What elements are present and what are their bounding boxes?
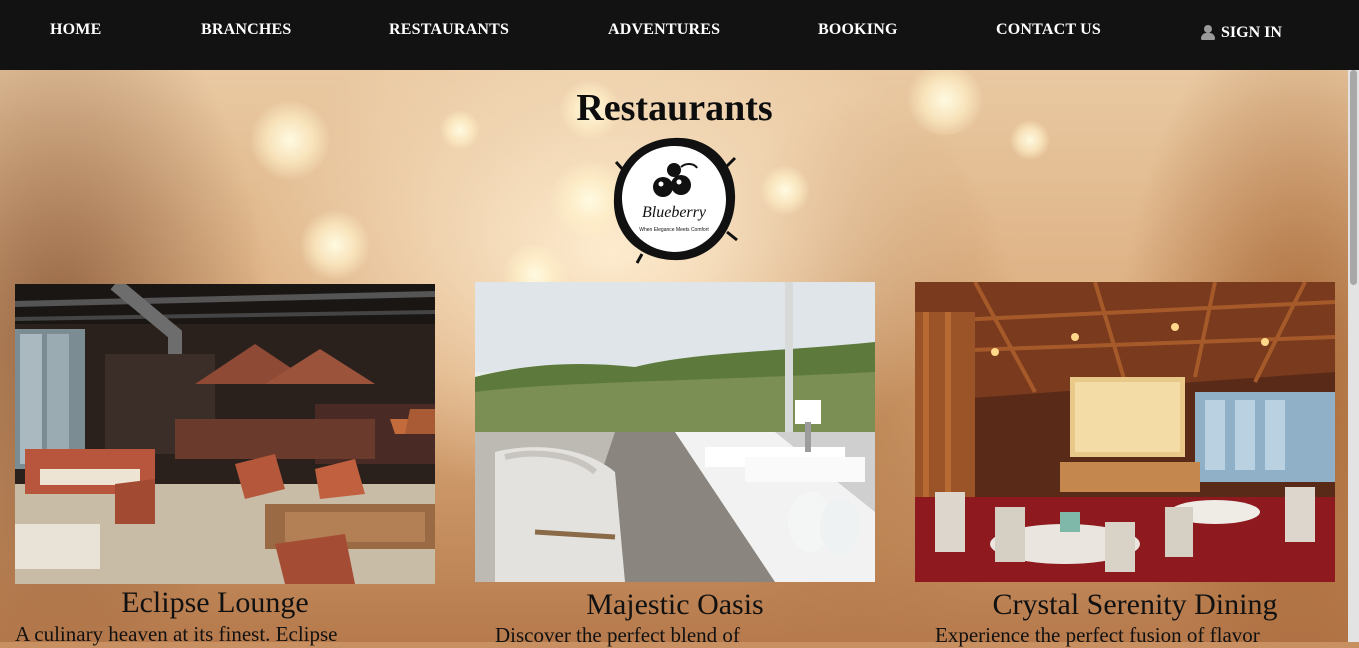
sign-in-label: SIGN IN (1221, 24, 1282, 41)
logo-tagline: When Elegance Meets Comfort (639, 227, 709, 233)
scrollbar-thumb[interactable] (1350, 70, 1357, 285)
majestic-oasis-title: Majestic Oasis (586, 588, 764, 621)
nav-booking[interactable]: BOOKING (818, 21, 898, 39)
crystal-serenity-dining-image[interactable] (915, 282, 1335, 582)
majestic-oasis-description: Discover the perfect blend of (495, 623, 740, 647)
nav-contact-us[interactable]: CONTACT US (996, 21, 1101, 39)
nav-branches[interactable]: BRANCHES (201, 21, 292, 39)
eclipse-lounge-title: Eclipse Lounge (121, 586, 309, 619)
scrollbar[interactable] (1348, 70, 1359, 642)
crystal-serenity-dining-description: Experience the perfect fusion of flavor (935, 623, 1260, 647)
top-navigation: HOME BRANCHES RESTAURANTS ADVENTURES BOO… (0, 0, 1359, 70)
eclipse-lounge-description: A culinary heaven at its finest. Eclipse (15, 622, 338, 646)
nav-restaurants[interactable]: RESTAURANTS (389, 21, 509, 39)
page-title: Restaurants (576, 87, 773, 129)
user-icon (1201, 25, 1215, 41)
blueberry-logo: Blueberry When Elegance Meets Comfort (613, 137, 738, 264)
majestic-oasis-image[interactable] (475, 282, 875, 582)
crystal-serenity-dining-title: Crystal Serenity Dining (992, 588, 1278, 621)
sign-in-link[interactable]: SIGN IN (1201, 24, 1282, 42)
logo-wordmark: Blueberry (642, 204, 707, 221)
nav-home[interactable]: HOME (50, 21, 101, 39)
eclipse-lounge-image[interactable] (15, 284, 435, 584)
nav-adventures[interactable]: ADVENTURES (608, 21, 720, 39)
